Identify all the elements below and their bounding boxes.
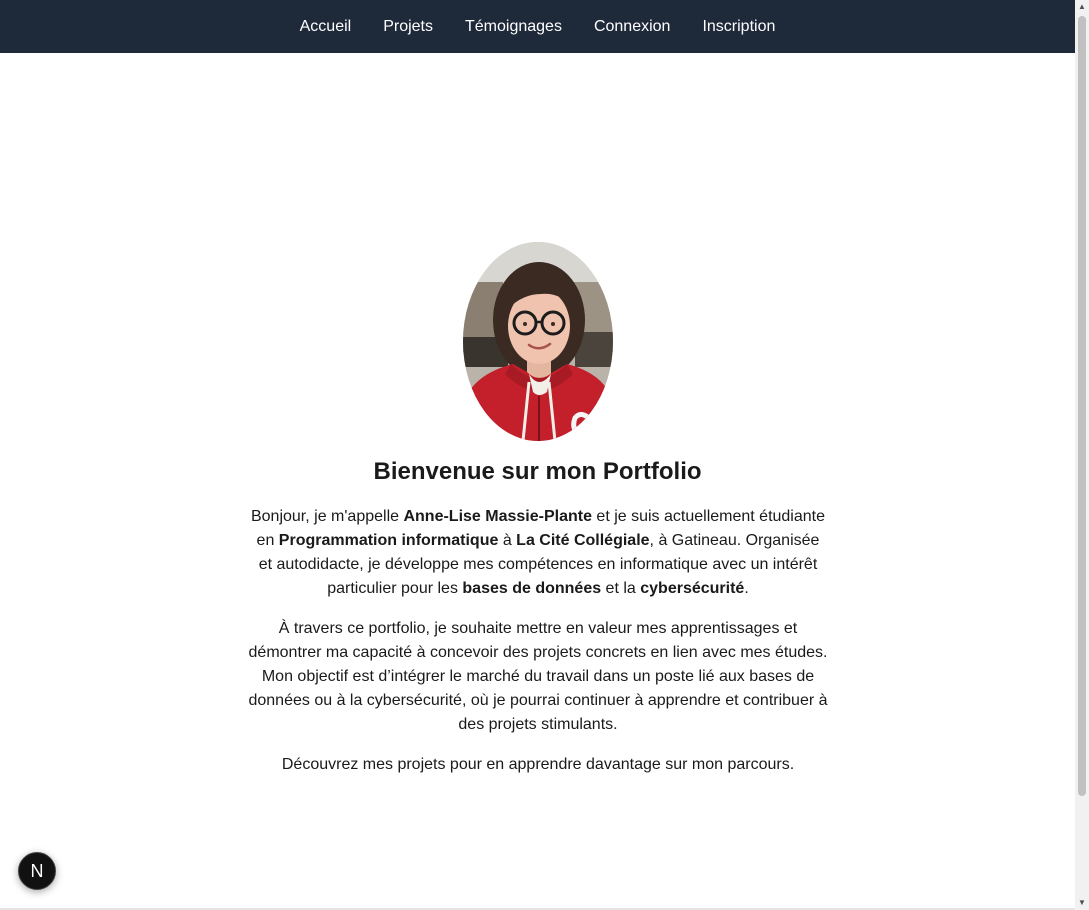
author-name: Anne-Lise Massie-Plante [403,508,592,525]
nextjs-dev-indicator-button[interactable]: N [18,852,56,890]
intro-text-part: et la [601,580,641,597]
intro-text-part: Bonjour, je m'appelle [250,508,404,525]
intro-text-part: . [744,580,749,597]
nav-link-projets[interactable]: Projets [383,18,433,36]
intro-paragraph-1: Bonjour, je m'appelle Anne-Lise Massie-P… [248,505,828,601]
nextjs-logo-icon: N [30,860,44,881]
school-name: La Cité Collégiale [516,532,650,549]
scroll-down-arrow-icon[interactable]: ▼ [1075,896,1089,910]
program-name: Programmation informatique [278,532,499,549]
nav-link-inscription[interactable]: Inscription [702,18,775,36]
profile-photo [463,242,613,441]
page-title: Bienvenue sur mon Portfolio [373,458,702,485]
hero-section: Bienvenue sur mon Portfolio Bonjour, je … [0,53,1075,910]
nav-link-connexion[interactable]: Connexion [594,18,671,36]
intro-text: Bonjour, je m'appelle Anne-Lise Massie-P… [248,505,828,793]
profile-photo-illustration [463,242,613,441]
intro-paragraph-2: À travers ce portfolio, je souhaite mett… [248,620,828,733]
top-navbar: Accueil Projets Témoignages Connexion In… [0,0,1075,53]
interest-databases: bases de données [462,580,602,597]
interest-cybersecurity: cybersécurité [640,580,745,597]
scroll-up-arrow-icon[interactable]: ▲ [1075,0,1089,14]
intro-paragraph-3: Découvrez mes projets pour en apprendre … [281,756,795,773]
vertical-scrollbar[interactable]: ▲ ▼ [1075,0,1089,910]
scrollbar-thumb[interactable] [1078,16,1086,796]
browser-viewport: Accueil Projets Témoignages Connexion In… [0,0,1089,910]
intro-text-part: à [498,532,517,549]
nav-link-accueil[interactable]: Accueil [300,18,352,36]
nav-link-temoignages[interactable]: Témoignages [465,18,562,36]
